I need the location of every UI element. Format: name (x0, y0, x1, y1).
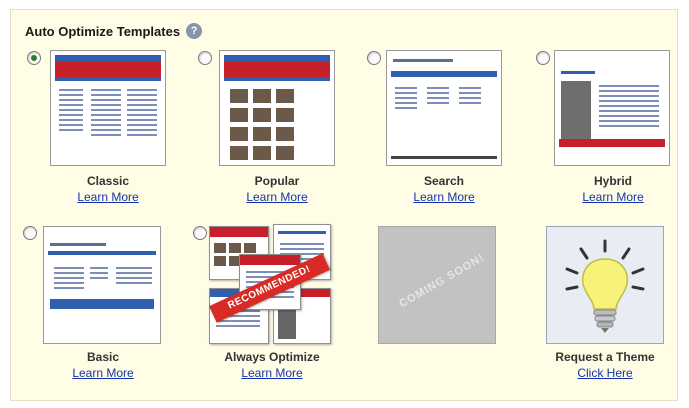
panel-title-text: Auto Optimize Templates (25, 23, 181, 39)
auto-optimize-templates-panel: Auto Optimize Templates ? Classic Learn … (10, 9, 678, 401)
radio-classic[interactable] (27, 51, 41, 65)
radio-always-optimize[interactable] (193, 226, 207, 240)
learn-more-basic-link[interactable]: Learn More (33, 366, 173, 380)
template-name-classic: Classic (86, 174, 130, 188)
radio-basic[interactable] (23, 226, 37, 240)
radio-popular[interactable] (198, 51, 212, 65)
template-name-search: Search (423, 174, 465, 188)
request-theme-thumbnail[interactable] (546, 226, 664, 344)
learn-more-popular-link[interactable]: Learn More (207, 190, 347, 204)
radio-search[interactable] (367, 51, 381, 65)
template-thumbnail-classic[interactable] (50, 50, 166, 166)
template-thumbnail-hybrid[interactable] (554, 50, 670, 166)
thumb-header (224, 55, 330, 77)
template-thumbnail-always-optimize[interactable]: RECOMMENDED! (209, 224, 333, 346)
template-name-always-optimize: Always Optimize (224, 350, 320, 364)
coming-soon-placeholder: COMING SOON! (378, 226, 496, 344)
learn-more-classic-link[interactable]: Learn More (38, 190, 178, 204)
template-name-basic: Basic (86, 350, 120, 364)
learn-more-always-optimize-link[interactable]: Learn More (202, 366, 342, 380)
request-theme-click-here-link[interactable]: Click Here (535, 366, 675, 380)
template-name-popular: Popular (254, 174, 300, 188)
help-icon[interactable]: ? (186, 23, 203, 39)
thumb-nav (224, 77, 330, 81)
template-thumbnail-basic[interactable] (43, 226, 161, 344)
thumb-header (55, 55, 161, 77)
coming-soon-text: COMING SOON! (397, 251, 487, 311)
request-theme-title: Request a Theme (555, 350, 655, 364)
learn-more-search-link[interactable]: Learn More (374, 190, 514, 204)
panel-title: Auto Optimize Templates ? (25, 23, 203, 39)
template-thumbnail-popular[interactable] (219, 50, 335, 166)
radio-hybrid[interactable] (536, 51, 550, 65)
template-thumbnail-search[interactable] (386, 50, 502, 166)
thumb-nav (55, 77, 161, 81)
lightbulb-icon (565, 239, 645, 333)
learn-more-hybrid-link[interactable]: Learn More (543, 190, 683, 204)
template-name-hybrid: Hybrid (593, 174, 632, 188)
